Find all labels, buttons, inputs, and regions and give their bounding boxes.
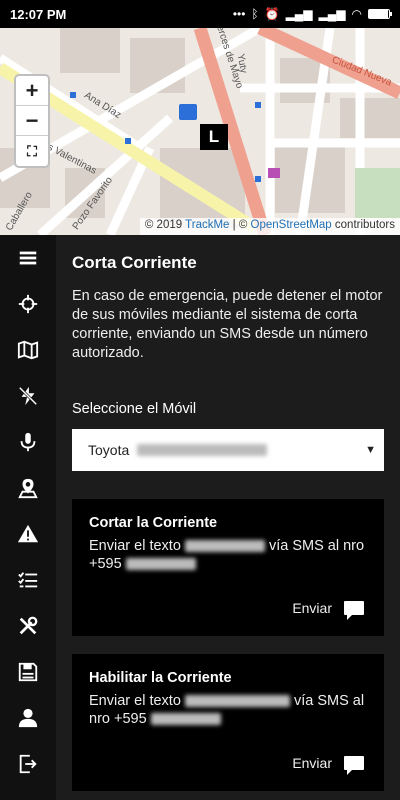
map-attribution: © 2019 TrackMe | © OpenStreetMap contrib…: [139, 218, 400, 235]
vehicle-select-label: Seleccione el Móvil: [72, 401, 197, 417]
send-label: Enviar: [292, 600, 332, 616]
sidebar-item-geofence[interactable]: [0, 465, 56, 511]
zoom-out-button[interactable]: −: [16, 106, 48, 136]
save-icon: [18, 662, 38, 682]
redacted-text: [125, 558, 196, 571]
location-pin-icon: [18, 478, 38, 499]
sidebar-item-maintenance[interactable]: [0, 603, 56, 649]
vehicle-select[interactable]: Toyota ▼: [72, 429, 384, 471]
openstreetmap-link[interactable]: OpenStreetMap: [251, 219, 332, 231]
dropdown-arrow-icon: ▼: [365, 444, 376, 456]
fullscreen-button[interactable]: ⛶: [16, 136, 48, 166]
bluetooth-icon: ᛒ: [251, 7, 259, 21]
page-title: Corta Corriente: [72, 253, 197, 272]
redacted-text: [137, 444, 268, 456]
checklist-icon: [18, 572, 38, 588]
redacted-text: [184, 540, 265, 553]
sidebar-item-reports[interactable]: [0, 557, 56, 603]
tools-icon: [19, 616, 38, 635]
logout-icon: [19, 754, 37, 774]
sidebar-item-locate[interactable]: [0, 281, 56, 327]
microphone-icon: [20, 432, 36, 452]
power-cut-icon: [18, 386, 38, 406]
card-title: Cortar la Corriente: [89, 515, 218, 531]
sidebar: [0, 235, 56, 800]
chat-bubble-icon: [344, 601, 364, 620]
attribution-separator: | ©: [232, 219, 248, 231]
attribution-suffix: contributors: [334, 219, 395, 231]
map-icon: [17, 340, 39, 360]
send-sms-button[interactable]: Enviar: [292, 600, 364, 620]
trackme-link[interactable]: TrackMe: [185, 219, 229, 231]
battery-level: [369, 10, 388, 18]
vehicle-select-value: Toyota: [88, 442, 130, 458]
status-time: 12:07 PM: [10, 6, 67, 22]
card-instructions: Enviar el texto vía SMS al nro +595: [89, 537, 368, 573]
send-sms-button[interactable]: Enviar: [292, 755, 364, 775]
zoom-control: + − ⛶: [14, 74, 50, 168]
sidebar-item-menu[interactable]: [0, 235, 56, 281]
sidebar-item-alerts[interactable]: [0, 511, 56, 557]
vehicle-marker[interactable]: L: [200, 124, 228, 150]
enable-power-card: Habilitar la Corriente Enviar el texto v…: [72, 654, 384, 791]
sidebar-item-map[interactable]: [0, 327, 56, 373]
signal-icon: ▂▄▆: [318, 7, 346, 21]
chat-bubble-icon: [344, 756, 364, 775]
status-icons: ••• ᛒ ⏰ ▂▄▆ ▂▄▆ ◠: [232, 7, 392, 21]
zoom-in-button[interactable]: +: [16, 76, 48, 106]
sidebar-item-profile[interactable]: [0, 695, 56, 741]
sidebar-item-documents[interactable]: [0, 649, 56, 695]
alarm-icon: ⏰: [264, 7, 280, 21]
crosshair-icon: [18, 294, 38, 314]
card-title: Habilitar la Corriente: [89, 670, 232, 686]
warning-icon: [17, 524, 39, 543]
battery-icon: [368, 9, 392, 19]
instruction-prefix: Enviar el texto: [89, 693, 181, 709]
instruction-prefix: Enviar el texto: [89, 538, 181, 554]
fullscreen-icon: ⛶: [27, 142, 37, 159]
redacted-text: [150, 713, 221, 726]
sidebar-item-audio[interactable]: [0, 419, 56, 465]
menu-icon: [19, 251, 37, 265]
sidebar-item-power-cut[interactable]: [0, 373, 56, 419]
dots-icon: •••: [232, 7, 246, 21]
page-description: En caso de emergencia, puede detener el …: [72, 288, 383, 361]
card-instructions: Enviar el texto vía SMS al nro +595: [89, 692, 368, 728]
sidebar-item-logout[interactable]: [0, 741, 56, 787]
attribution-prefix: © 2019: [144, 219, 183, 231]
send-label: Enviar: [292, 755, 332, 771]
cut-power-card: Cortar la Corriente Enviar el texto vía …: [72, 499, 384, 636]
map-view[interactable]: Ana Díaz Tomas Valentinas Pozo Favorito …: [0, 28, 400, 235]
power-cut-panel: Corta Corriente En caso de emergencia, p…: [56, 235, 400, 800]
status-bar: 12:07 PM ••• ᛒ ⏰ ▂▄▆ ▂▄▆ ◠: [0, 0, 400, 28]
user-icon: [18, 708, 38, 728]
wifi-icon: ◠: [351, 7, 362, 21]
redacted-text: [184, 695, 290, 708]
signal-icon: ▂▄▆: [285, 7, 313, 21]
